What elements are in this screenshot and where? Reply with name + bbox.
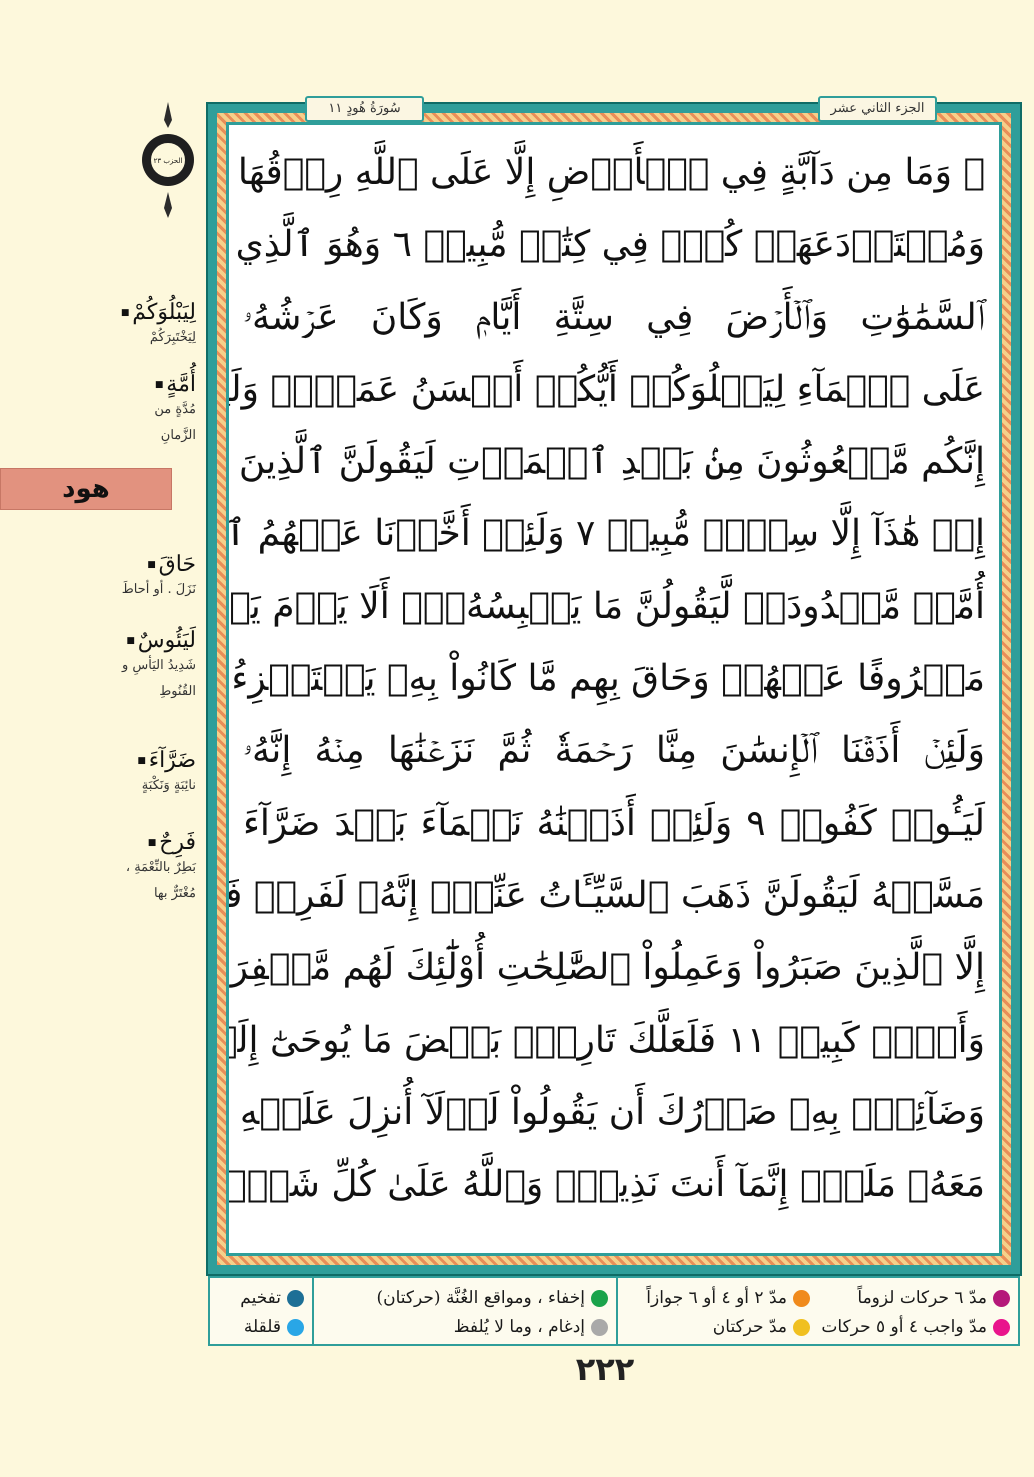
legend-label: مدّ واجب ٤ أو ٥ حركات bbox=[821, 1317, 987, 1337]
verse-line: مَصۡرُوفًا عَنۡهُمۡ وَحَاقَ بِهِم مَّا ك… bbox=[229, 658, 985, 700]
verse-line: وَمُسۡتَوۡدَعَهَاۚ كُلّٞ فِي كِتَٰبٖ مُّ… bbox=[229, 224, 985, 266]
legend-label: قلقلة bbox=[243, 1317, 281, 1337]
margin-note-2: أُمَّةٍ مُدَّةٍ من الزَّمانِ bbox=[116, 372, 196, 449]
legend-item: مدّ ٢ أو ٤ أو ٦ جوازاً bbox=[626, 1284, 810, 1313]
legend-label: تفخيم bbox=[240, 1288, 281, 1308]
text-panel: ۞ وَمَا مِن دَآبَّةٍ فِي ٱلۡأَرۡضِ إِلَّ… bbox=[226, 122, 1002, 1256]
note-gloss: نائِبَةٍ وَنَكْبَةٍ bbox=[141, 778, 196, 793]
note-word: حَاقَ bbox=[122, 552, 196, 577]
legend-item: قلقلة bbox=[218, 1313, 304, 1342]
verse-line: ٱلسَّمَٰوَٰتِ وَٱلۡأَرۡضَ فِي سِتَّةِ أَ… bbox=[243, 296, 985, 338]
note-word: فَرِحٌ bbox=[100, 830, 196, 855]
note-word: لِيَبْلُوَكُمْ bbox=[121, 300, 196, 325]
note-word: أُمَّةٍ bbox=[116, 372, 196, 397]
margin-note-5: ضَرَّآءَ نائِبَةٍ وَنَكْبَةٍ bbox=[137, 748, 196, 799]
note-word: لَيَئُوسٌ bbox=[106, 628, 196, 653]
legend-label: إخفاء ، ومواقع الغُنَّة (حركتان) bbox=[376, 1288, 586, 1308]
note-word: ضَرَّآءَ bbox=[137, 748, 196, 773]
legend-item: تفخيم bbox=[218, 1284, 304, 1313]
legend-item: إدغام ، وما لا يُلفظ bbox=[322, 1313, 608, 1342]
legend-item: مدّ حركتان bbox=[626, 1313, 810, 1342]
margin-note-4: لَيَئُوسٌ شَدِيدُ اليَأسِ و القُنُوطِ bbox=[106, 628, 196, 705]
verse-line: إِنۡ هَٰذَآ إِلَّا سِحۡرٞ مُّبِينٞ ٧ وَل… bbox=[229, 513, 985, 555]
hizb-medallion: الحزب ٢٣ bbox=[142, 102, 194, 218]
verse-block: ۞ وَمَا مِن دَآبَّةٍ فِي ٱلۡأَرۡضِ إِلَّ… bbox=[229, 137, 999, 1245]
note-gloss: بَطِرٌ بالنِّعْمَةِ ، مُغْتَرٌّ بها bbox=[125, 860, 196, 901]
legend-column: مدّ ٦ حركات لزوماً مدّ واجب ٤ أو ٥ حركات bbox=[818, 1278, 1018, 1344]
surah-header-label: سُورَةُ هُودٍ ١١ bbox=[305, 96, 424, 122]
page-number: ٢٢٢ bbox=[575, 1350, 635, 1388]
tajweed-legend: مدّ ٦ حركات لزوماً مدّ واجب ٤ أو ٥ حركات… bbox=[208, 1276, 1020, 1346]
margin-note-6: فَرِحٌ بَطِرٌ بالنِّعْمَةِ ، مُغْتَرٌّ ب… bbox=[100, 830, 196, 907]
verse-line: عَلَى ٱلۡمَآءِ لِيَبۡلُوَكُمۡ أَيُّكُمۡ … bbox=[229, 368, 985, 410]
legend-item: إخفاء ، ومواقع الغُنَّة (حركتان) bbox=[322, 1284, 608, 1313]
verse-line: لَيَـُٔوسٞ كَفُورٞ ٩ وَلَئِنۡ أَذَقۡنَٰه… bbox=[243, 802, 985, 844]
legend-label: إدغام ، وما لا يُلفظ bbox=[453, 1317, 585, 1337]
legend-label: مدّ ٢ أو ٤ أو ٦ جوازاً bbox=[646, 1288, 787, 1308]
verse-line: ۞ وَمَا مِن دَآبَّةٍ فِي ٱلۡأَرۡضِ إِلَّ… bbox=[229, 152, 985, 193]
verse-line: إِلَّا ٱلَّذِينَ صَبَرُواْ وَعَمِلُواْ ٱ… bbox=[229, 947, 985, 989]
verse-line: إِنَّكُم مَّبۡعُوثُونَ مِنۢ بَعۡدِ ٱلۡمَ… bbox=[229, 441, 985, 483]
verse-line: وَأَجۡرٞ كَبِيرٞ ١١ فَلَعَلَّكَ تَارِكُۢ… bbox=[229, 1019, 985, 1061]
legend-item: مدّ واجب ٤ أو ٥ حركات bbox=[821, 1313, 1010, 1342]
legend-column: مدّ ٢ أو ٤ أو ٦ جوازاً مدّ حركتان bbox=[618, 1278, 818, 1344]
verse-line: أُمَّةٖ مَّعۡدُودَةٖ لَّيَقُولُنَّ مَا ي… bbox=[229, 585, 985, 627]
color-dot-icon bbox=[993, 1319, 1010, 1336]
note-gloss: مُدَّةٍ من الزَّمانِ bbox=[154, 402, 196, 443]
color-dot-icon bbox=[793, 1290, 810, 1307]
note-gloss: شَدِيدُ اليَأسِ و القُنُوطِ bbox=[121, 658, 196, 699]
verse-line: وَلَئِنۡ أَذَقۡنَا ٱلۡإِنسَٰنَ مِنَّا رَ… bbox=[243, 730, 985, 772]
note-gloss: لِيَخْتَبِرَكُمْ bbox=[149, 330, 196, 345]
color-dot-icon bbox=[591, 1290, 608, 1307]
color-dot-icon bbox=[287, 1319, 304, 1336]
color-dot-icon bbox=[591, 1319, 608, 1336]
margin-note-1: لِيَبْلُوَكُمْ لِيَخْتَبِرَكُمْ bbox=[121, 300, 196, 351]
medallion-text: الحزب ٢٣ bbox=[154, 157, 183, 165]
legend-label: مدّ ٦ حركات لزوماً bbox=[857, 1288, 987, 1308]
legend-label: مدّ حركتان bbox=[712, 1317, 787, 1337]
margin-note-3: حَاقَ نَزَلَ . أو أحاطَ bbox=[122, 552, 196, 603]
legend-column: تفخيم قلقلة bbox=[210, 1278, 314, 1344]
color-dot-icon bbox=[793, 1319, 810, 1336]
juz-header-label: الجزء الثاني عشر bbox=[818, 96, 937, 122]
note-gloss: نَزَلَ . أو أحاطَ bbox=[121, 582, 196, 597]
verse-line: مَعَهُۥ مَلَكٌۚ إِنَّمَآ أَنتَ نَذِيرٞۚ … bbox=[229, 1164, 985, 1206]
legend-item: مدّ ٦ حركات لزوماً bbox=[826, 1284, 1010, 1313]
legend-column: إخفاء ، ومواقع الغُنَّة (حركتان) إدغام ،… bbox=[314, 1278, 618, 1344]
surah-name-tab: هود bbox=[0, 468, 172, 510]
verse-line: مَسَّتۡهُ لَيَقُولَنَّ ذَهَبَ ٱلسَّيِّـَ… bbox=[229, 874, 985, 916]
page-frame: ۞ وَمَا مِن دَآبَّةٍ فِي ٱلۡأَرۡضِ إِلَّ… bbox=[206, 102, 1022, 1276]
color-dot-icon bbox=[287, 1290, 304, 1307]
color-dot-icon bbox=[993, 1290, 1010, 1307]
verse-line: وَضَآئِقُۢ بِهِۦ صَدۡرُكَ أَن يَقُولُواْ… bbox=[229, 1091, 985, 1133]
